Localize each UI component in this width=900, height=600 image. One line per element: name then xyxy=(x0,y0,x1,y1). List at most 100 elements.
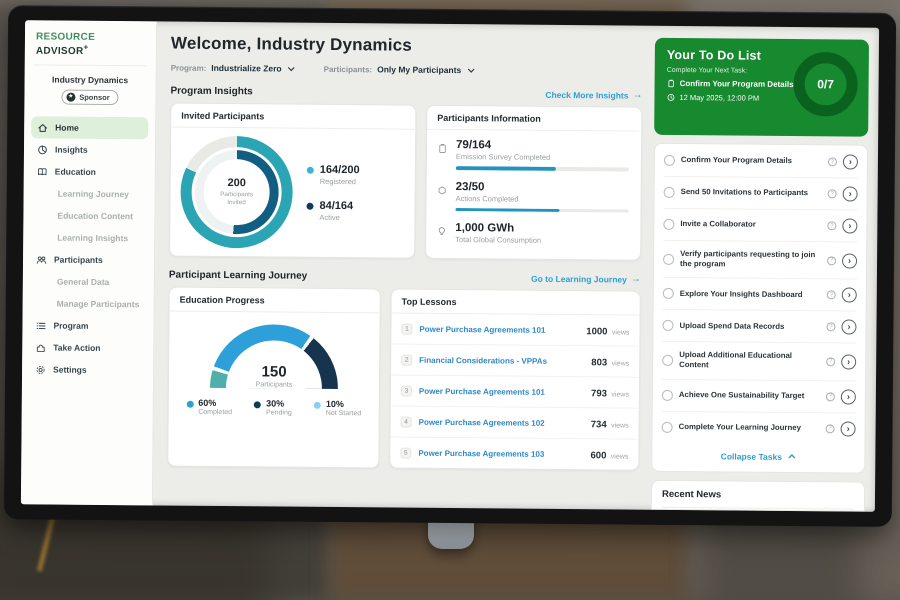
task-row[interactable]: Complete Your Learning Journey ? › xyxy=(661,411,855,444)
task-row[interactable]: Invite a Collaborator ? › xyxy=(663,209,857,243)
info-icon[interactable]: ? xyxy=(826,424,835,433)
participants-information-card: Participants Information 79/164 Emission… xyxy=(425,105,642,261)
check-more-insights-link[interactable]: Check More Insights → xyxy=(545,89,642,101)
legend-value: 60% xyxy=(198,398,232,408)
legend-item-not-started: 10% Not Started xyxy=(314,399,362,417)
task-row[interactable]: Upload Additional Educational Content ? … xyxy=(662,342,856,381)
people-icon xyxy=(36,254,47,265)
donut-center-value: 200 xyxy=(227,177,245,189)
card-title: Education Progress xyxy=(170,288,380,314)
stat-total-consumption: 1,000 GWh Total Global Consumption xyxy=(436,222,628,246)
task-checkbox[interactable] xyxy=(663,288,674,299)
sidebar-item-settings[interactable]: Settings xyxy=(29,359,146,382)
sidebar-item-education[interactable]: Education xyxy=(31,161,148,184)
top-lessons-list: 1 Power Purchase Agreements 101 1000 vie… xyxy=(390,313,639,469)
gauge-value: 150 xyxy=(210,363,338,381)
invited-participants-body: 200 Participants Invited 164/200 Registe… xyxy=(170,128,415,258)
task-checkbox[interactable] xyxy=(663,253,674,264)
legend-label: Registered xyxy=(320,177,360,186)
page-title: Welcome, Industry Dynamics xyxy=(171,34,643,58)
program-insights-cards: Invited Participants 200 Participants In… xyxy=(169,103,642,261)
info-icon[interactable]: ? xyxy=(828,189,837,198)
sidebar-item-label: Manage Participants xyxy=(57,299,140,310)
sidebar-item-home[interactable]: Home xyxy=(31,117,148,140)
legend-dot xyxy=(307,167,314,174)
donut-center-caption: Participants Invited xyxy=(211,191,263,208)
task-checkbox[interactable] xyxy=(664,187,675,198)
views-suffix: views xyxy=(611,391,629,398)
sidebar-item-program[interactable]: Program xyxy=(29,315,146,338)
logo-secondary: ADVISOR xyxy=(36,46,84,57)
task-checkbox[interactable] xyxy=(662,355,673,366)
task-checkbox[interactable] xyxy=(662,389,673,400)
learning-journey-header: Participant Learning Journey Go to Learn… xyxy=(169,270,641,285)
sidebar-item-general-data[interactable]: General Data xyxy=(30,271,147,294)
chevron-right-icon[interactable]: › xyxy=(841,354,856,369)
divider xyxy=(662,506,854,509)
section-title: Participant Learning Journey xyxy=(169,270,307,282)
lesson-row: 4 Power Purchase Agreements 102 734 view… xyxy=(391,406,639,439)
task-row[interactable]: Explore Your Insights Dashboard ? › xyxy=(663,278,857,312)
chevron-right-icon[interactable]: › xyxy=(843,186,858,201)
task-checkbox[interactable] xyxy=(663,219,674,230)
insights-icon xyxy=(37,144,48,155)
chevron-right-icon[interactable]: › xyxy=(841,320,856,335)
info-icon[interactable]: ? xyxy=(827,291,836,300)
task-checkbox[interactable] xyxy=(662,320,673,331)
todo-due-date: 12 May 2025, 12:00 PM xyxy=(679,93,759,103)
sidebar-item-manage-participants[interactable]: Manage Participants xyxy=(30,293,147,316)
sidebar-item-participants[interactable]: Participants xyxy=(30,249,147,272)
sidebar-item-insights[interactable]: Insights xyxy=(31,139,148,162)
sidebar-item-education-content[interactable]: Education Content xyxy=(30,205,147,228)
info-icon[interactable]: ? xyxy=(828,157,837,166)
sponsor-icon: ★ xyxy=(66,93,75,102)
info-icon[interactable]: ? xyxy=(826,392,835,401)
chevron-right-icon[interactable]: › xyxy=(842,288,857,303)
info-icon[interactable]: ? xyxy=(827,221,836,230)
lesson-link[interactable]: Financial Considerations - VPPAs xyxy=(419,355,584,365)
sidebar-item-learning-journey[interactable]: Learning Journey xyxy=(31,183,148,206)
education-progress-card: Education Progress 150 Participants 60% xyxy=(167,287,381,469)
collapse-tasks-link[interactable]: Collapse Tasks xyxy=(661,442,855,471)
info-icon[interactable]: ? xyxy=(826,357,835,366)
chevron-right-icon[interactable]: › xyxy=(841,421,856,436)
chevron-right-icon[interactable]: › xyxy=(841,389,856,404)
task-row[interactable]: Verify participants requesting to join t… xyxy=(663,241,857,280)
lesson-link[interactable]: Power Purchase Agreements 101 xyxy=(419,324,579,334)
task-row[interactable]: Send 50 Invitations to Participants ? › xyxy=(664,177,858,211)
chevron-right-icon[interactable]: › xyxy=(842,218,857,233)
task-label: Complete Your Learning Journey xyxy=(679,422,820,433)
task-row[interactable]: Upload Spend Data Records ? › xyxy=(662,310,856,344)
legend-label: Pending xyxy=(266,409,292,416)
puzzle-icon xyxy=(35,342,46,353)
task-row[interactable]: Achieve One Sustainability Target ? › xyxy=(662,379,856,413)
participants-filter-dropdown[interactable]: Participants: Only My Participants xyxy=(324,64,476,75)
task-checkbox[interactable] xyxy=(662,421,673,432)
lesson-link[interactable]: Power Purchase Agreements 101 xyxy=(419,386,584,396)
legend-dot xyxy=(314,402,321,409)
arrow-right-icon: → xyxy=(631,274,641,285)
sidebar-item-learning-insights[interactable]: Learning Insights xyxy=(30,227,147,250)
chevron-right-icon[interactable]: › xyxy=(842,253,857,268)
sponsor-badge[interactable]: ★ Sponsor xyxy=(61,90,119,106)
top-lessons-card: Top Lessons 1 Power Purchase Agreements … xyxy=(389,288,641,470)
section-title: Program Insights xyxy=(170,86,252,98)
sidebar-menu: Home Insights Education Learning Journey… xyxy=(29,117,148,382)
task-label: Send 50 Invitations to Participants xyxy=(681,187,822,198)
card-title: Participants Information xyxy=(427,106,641,132)
todo-progress-count: 0/7 xyxy=(817,77,834,91)
sidebar-item-label: Insights xyxy=(55,145,88,155)
lesson-link[interactable]: Power Purchase Agreements 103 xyxy=(418,448,583,458)
chevron-right-icon[interactable]: › xyxy=(843,154,858,169)
lesson-link[interactable]: Power Purchase Agreements 102 xyxy=(419,417,584,427)
lesson-views: 793 xyxy=(591,388,607,399)
info-icon[interactable]: ? xyxy=(827,256,836,265)
progress-fill xyxy=(455,208,559,212)
program-filter-dropdown[interactable]: Program: Industrialize Zero xyxy=(171,63,296,74)
sidebar-item-take-action[interactable]: Take Action xyxy=(29,337,146,360)
info-icon[interactable]: ? xyxy=(826,323,835,332)
go-to-learning-journey-link[interactable]: Go to Learning Journey → xyxy=(531,273,641,285)
task-row[interactable]: Confirm Your Program Details ? › xyxy=(664,145,858,179)
task-checkbox[interactable] xyxy=(664,155,675,166)
book-icon xyxy=(37,166,48,177)
